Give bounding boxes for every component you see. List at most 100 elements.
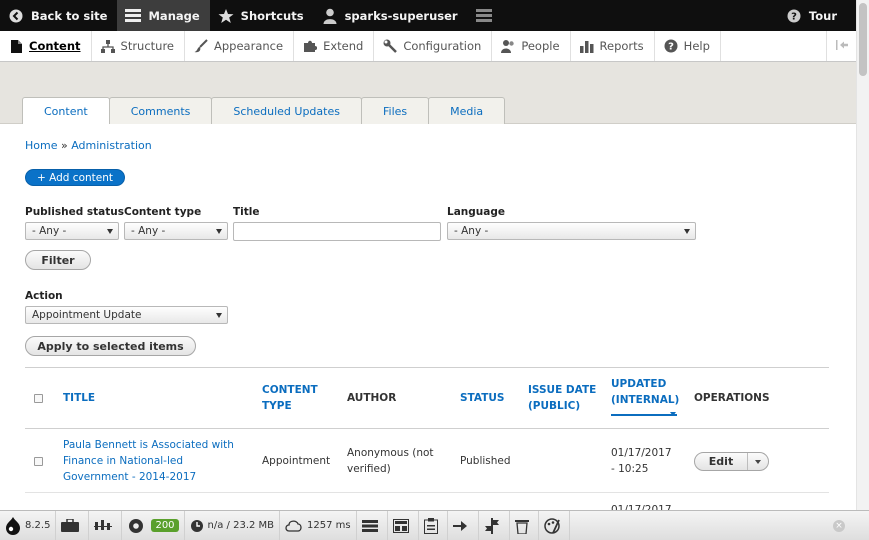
clipboard-icon (423, 517, 438, 534)
menu-item-extend[interactable]: Extend (294, 31, 375, 61)
menu-label: Appearance (214, 39, 284, 53)
scrollbar-thumb[interactable] (859, 3, 867, 76)
collapse-tray-button[interactable] (826, 31, 856, 61)
back-to-site-link[interactable]: Back to site (0, 0, 117, 31)
row-updated: 01/17/2017 - 10:25 (611, 445, 672, 477)
user-icon (322, 8, 338, 24)
content-type-select[interactable]: - Any - (124, 222, 228, 240)
content-table: Title Content type Author Status Issue d… (25, 367, 829, 510)
devel-performance[interactable] (89, 510, 123, 540)
header-content-type[interactable]: Content type (262, 382, 318, 414)
header-updated-line2: (internal) (611, 394, 680, 406)
devel-database[interactable] (357, 510, 388, 540)
help-circle-icon: ? (786, 8, 802, 24)
row-author: Anonymous (not verified) (347, 445, 434, 477)
row-title-line2: Finance in National-led (63, 455, 184, 467)
header-issue-date[interactable]: Issue date (public) (528, 382, 596, 414)
menu-item-configuration[interactable]: Configuration (374, 31, 493, 61)
devel-status[interactable]: 200 (122, 510, 185, 540)
admin-toolbar: Back to site Manage Shortcuts sparks-sup… (0, 0, 869, 31)
published-status-label: Published status (25, 206, 125, 218)
tour-button[interactable]: ? Tour (778, 0, 847, 31)
menu-item-help[interactable]: ? Help (655, 31, 721, 61)
select-all-checkbox[interactable] (34, 394, 43, 403)
row-status: Published (460, 455, 511, 467)
header-updated-line1: Updated (611, 378, 667, 390)
breadcrumb-administration[interactable]: Administration (71, 139, 152, 152)
star-icon (218, 8, 234, 24)
row-checkbox[interactable] (34, 457, 43, 466)
toolbar-orientation-toggle[interactable] (468, 0, 509, 31)
header-updated[interactable]: Updated (internal) (611, 376, 679, 408)
table-row: 01/17/2017 (25, 493, 829, 510)
sort-desc-icon (670, 412, 676, 416)
menu-item-people[interactable]: People (492, 31, 571, 61)
brush-icon (194, 39, 208, 53)
tab-comments[interactable]: Comments (108, 97, 213, 124)
candlestick-icon (94, 519, 113, 530)
devel-time[interactable]: 1257 ms (280, 510, 357, 540)
published-status-select[interactable]: - Any - (25, 222, 119, 240)
devel-events[interactable] (479, 510, 510, 540)
svg-text:?: ? (791, 11, 797, 22)
content-type-label: Content type (124, 206, 202, 218)
devel-version[interactable]: 8.2.5 (0, 510, 57, 540)
devel-blocks[interactable] (388, 510, 419, 540)
shortcuts-tab[interactable]: Shortcuts (210, 0, 314, 31)
apply-to-selected-button[interactable]: Apply to selected items (25, 336, 196, 356)
menu-item-structure[interactable]: Structure (92, 31, 186, 61)
time-value: 1257 ms (307, 520, 351, 531)
menu-label: People (521, 39, 560, 53)
row-author-line1: Anonymous (not (347, 447, 434, 459)
back-to-site-label: Back to site (31, 8, 108, 23)
table-header: Title Content type Author Status Issue d… (25, 367, 829, 429)
action-label: Action (25, 290, 63, 302)
header-status[interactable]: Status (460, 390, 504, 406)
menu-item-appearance[interactable]: Appearance (185, 31, 295, 61)
header-content-type-line1: Content (262, 384, 318, 396)
user-tab[interactable]: sparks-superuser (314, 0, 468, 31)
list-icon (475, 8, 492, 24)
version-label: 8.2.5 (25, 520, 51, 531)
header-title[interactable]: Title (63, 390, 95, 406)
language-select[interactable]: - Any - (447, 222, 696, 240)
menu-label: Content (29, 39, 81, 53)
devel-theme[interactable] (539, 510, 570, 540)
tab-media[interactable]: Media (428, 97, 506, 124)
structure-icon (100, 39, 115, 53)
edit-button[interactable]: Edit (695, 453, 748, 470)
filter-button[interactable]: Filter (25, 250, 91, 270)
tab-content[interactable]: Content (22, 97, 110, 125)
devel-forms[interactable] (419, 510, 448, 540)
action-select[interactable]: Appointment Update (25, 306, 228, 324)
manage-tab[interactable]: Manage (117, 0, 210, 31)
devel-memory[interactable]: n/a / 23.2 MB (185, 510, 281, 540)
tab-files[interactable]: Files (360, 97, 430, 124)
operations-toggle-button[interactable] (748, 453, 768, 470)
row-title-link[interactable]: Paula Bennett is Associated with Finance… (63, 437, 234, 485)
gear-icon (129, 518, 144, 533)
breadcrumb-home[interactable]: Home (25, 139, 57, 152)
devel-routing[interactable] (448, 510, 479, 540)
chevron-down-icon (216, 229, 222, 234)
row-operations-dropbutton: Edit (694, 452, 769, 471)
devel-request[interactable] (56, 510, 90, 540)
breadcrumb: Home » Administration (25, 139, 152, 152)
chevron-down-icon (684, 229, 690, 234)
tab-scheduled-updates[interactable]: Scheduled Updates (211, 97, 362, 124)
primary-tabs: Content Comments Scheduled Updates Files… (22, 97, 506, 125)
menu-item-reports[interactable]: Reports (571, 31, 655, 61)
add-content-button[interactable]: + Add content (25, 169, 126, 186)
menu-item-content[interactable]: Content (0, 31, 92, 61)
people-icon (501, 39, 515, 53)
language-label: Language (447, 206, 505, 218)
close-icon[interactable]: × (833, 520, 845, 532)
user-label: sparks-superuser (344, 8, 458, 23)
menu-label: Structure (120, 39, 175, 53)
devel-toolbar: 8.2.5 200 n/a / 23.2 MB 1257 ms × (0, 510, 869, 540)
devel-cache[interactable] (510, 510, 539, 540)
title-filter-label: Title (233, 206, 260, 218)
page-scrollbar[interactable] (856, 0, 869, 510)
status-code-badge: 200 (151, 519, 179, 532)
title-filter-input[interactable] (233, 222, 441, 241)
